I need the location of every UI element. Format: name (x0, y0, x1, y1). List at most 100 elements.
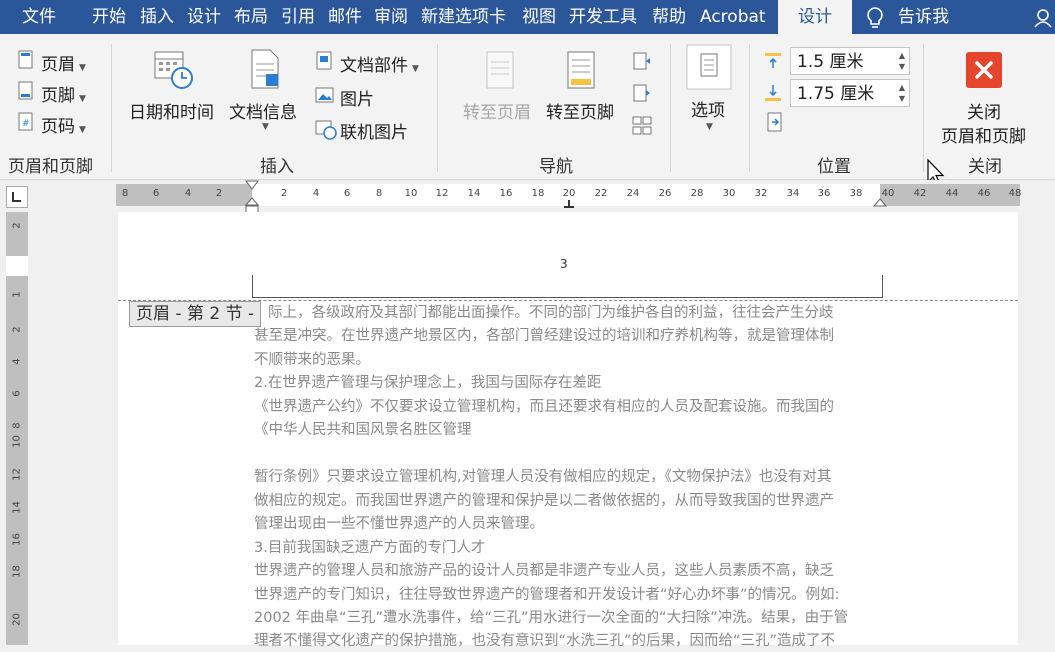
right-indent-marker-icon[interactable] (873, 198, 887, 210)
page-number-icon: # (17, 112, 35, 132)
ruler-number: 10 (401, 188, 421, 199)
vertical-ruler-white (6, 256, 28, 276)
tab-design[interactable]: 设计 (187, 0, 221, 34)
online-picture-icon (315, 118, 337, 140)
header-right-bracket (882, 275, 883, 297)
tab-view[interactable]: 视图 (522, 0, 556, 34)
ruler-number: 8 (369, 188, 389, 199)
tab-selector[interactable] (6, 186, 28, 208)
tab-insert[interactable]: 插入 (140, 0, 174, 34)
tab-acrobat[interactable]: Acrobat (700, 0, 766, 34)
vertical-ruler-number: 2 (12, 217, 23, 235)
ruler-number: 26 (655, 188, 675, 199)
document-line: 甚至是冲突。在世界遗产地景区内，各部门曾经建设过的培训和疗养机构等，就是管理体制 (254, 325, 834, 347)
header-icon (17, 50, 35, 70)
center-tab-icon[interactable] (562, 200, 576, 210)
tab-developer[interactable]: 开发工具 (569, 0, 637, 34)
document-line: 理者不懂得文化遗产的保护措施，也没有意识到“水洗三孔”的后果，因而给“三孔”造成… (254, 630, 835, 652)
vertical-ruler-number: 20 (12, 611, 23, 629)
vertical-scrollbar[interactable] (1043, 212, 1055, 645)
document-line: 世界遗产的管理人员和旅游产品的设计人员都是非遗产专业人员，这些人员素质不高，缺乏 (254, 560, 834, 582)
chevron-down-icon: ▼ (706, 122, 713, 132)
close-header-footer-label-1[interactable]: 关闭 (967, 98, 1001, 123)
ruler-number: 28 (687, 188, 707, 199)
ruler-number: 38 (846, 188, 866, 199)
header-position-icon (764, 51, 784, 71)
document-line: 际上，各级政府及其部门都能出面操作。不同的部门为维护各自的利益，往往会产生分歧 (268, 302, 834, 324)
group-divider (111, 44, 112, 172)
group-divider (923, 44, 924, 172)
tell-me-search[interactable]: 告诉我 (898, 0, 949, 34)
picture-icon (315, 85, 335, 105)
page-number-button[interactable]: 页码▼ (41, 112, 86, 137)
ruler-number: 42 (910, 188, 930, 199)
ruler-number: 44 (942, 188, 962, 199)
menu-bar: 文件 开始 插入 设计 布局 引用 邮件 审阅 新建选项卡 视图 开发工具 帮助… (0, 0, 1055, 34)
lightbulb-icon (864, 6, 886, 30)
link-to-previous-icon[interactable] (632, 116, 652, 136)
footer-button[interactable]: 页脚▼ (41, 81, 86, 106)
spin-down-icon[interactable]: ▼ (899, 62, 905, 72)
spin-up-icon[interactable]: ▲ (899, 51, 905, 61)
group-divider (437, 44, 438, 172)
tab-mailings[interactable]: 邮件 (328, 0, 362, 34)
vertical-ruler-number: 18 (12, 563, 23, 581)
document-info-button[interactable]: 文档信息 (229, 98, 297, 123)
ruler-number: 18 (528, 188, 548, 199)
next-section-icon[interactable] (632, 84, 652, 104)
group-label-insert: 插入 (260, 152, 294, 177)
document-line: 做相应的规定。而我国世界遗产的管理和保护是以二者做依据的，从而导致我国的世界遗产 (254, 490, 834, 512)
date-time-button[interactable]: 日期和时间 (129, 98, 214, 123)
tab-layout[interactable]: 布局 (234, 0, 268, 34)
previous-section-icon[interactable] (632, 52, 652, 72)
tab-file[interactable]: 文件 (22, 0, 56, 34)
document-line: 2.在世界遗产管理与保护理念上，我国与国际存在差距 (254, 372, 601, 394)
insert-alignment-tab-icon[interactable] (766, 112, 786, 134)
footer-position-spinner[interactable]: 1.75 厘米 ▲ ▼ (790, 79, 910, 107)
pictures-button[interactable]: 图片 (340, 85, 374, 110)
goto-footer-button[interactable]: 转至页脚 (546, 98, 614, 123)
header-left-bracket (252, 275, 253, 297)
document-line: 《世界遗产公约》不仅要求设立管理机构，而且还要求有相应的人员及配套设施。而我国的 (254, 396, 834, 418)
vertical-ruler-number: 14 (12, 499, 23, 517)
document-line: 《中华人民共和国风景名胜区管理 (254, 419, 472, 441)
vertical-ruler-number: 2 (12, 321, 23, 339)
tab-header-footer-design[interactable]: 设计 (778, 0, 852, 34)
vertical-ruler-number: 10 (12, 433, 23, 451)
chevron-down-icon: ▼ (262, 122, 269, 132)
footer-position-icon (764, 83, 784, 103)
ruler-number: 20 (559, 188, 579, 199)
goto-footer-icon (566, 50, 598, 92)
tab-new-tab[interactable]: 新建选项卡 (421, 0, 506, 34)
spin-up-icon[interactable]: ▲ (899, 83, 905, 93)
goto-header-button[interactable]: 转至页眉 (463, 98, 531, 123)
vertical-ruler-number: 1 (12, 286, 23, 304)
ruler-number: 4 (178, 188, 198, 199)
header-underline (252, 297, 883, 298)
tab-references[interactable]: 引用 (281, 0, 315, 34)
options-button[interactable]: 选项 (691, 96, 725, 121)
tab-home[interactable]: 开始 (92, 0, 126, 34)
vertical-ruler-number: 4 (12, 353, 23, 371)
document-line: 世界遗产的专门知识，往往导致世界遗产的管理者和开发设计者“好心办坏事”的情况。例… (254, 584, 839, 606)
user-icon[interactable] (1033, 8, 1053, 28)
ruler-number: 12 (432, 188, 452, 199)
tab-help[interactable]: 帮助 (652, 0, 686, 34)
close-header-footer-button[interactable]: 页眉和页脚 (941, 122, 1026, 147)
ruler-number: 16 (496, 188, 516, 199)
close-icon (966, 52, 1002, 88)
document-line: 3.目前我国缺乏遗产方面的专门人才 (254, 537, 485, 559)
group-divider (749, 44, 750, 172)
tab-review[interactable]: 审阅 (374, 0, 408, 34)
ruler-number: 6 (337, 188, 357, 199)
header-button[interactable]: 页眉▼ (41, 50, 86, 75)
document-parts-button[interactable]: 文档部件▼ (340, 51, 419, 76)
online-pictures-button[interactable]: 联机图片 (340, 118, 408, 143)
vertical-ruler-number: 12 (12, 466, 23, 484)
ruler-number: 24 (623, 188, 643, 199)
document-line: 管理出现由一些不懂世界遗产的人员来管理。 (254, 513, 544, 535)
header-position-spinner[interactable]: 1.5 厘米 ▲ ▼ (790, 47, 910, 75)
ruler-number: 8 (115, 188, 135, 199)
indent-marker-icon[interactable] (245, 180, 259, 214)
spin-down-icon[interactable]: ▼ (899, 94, 905, 104)
